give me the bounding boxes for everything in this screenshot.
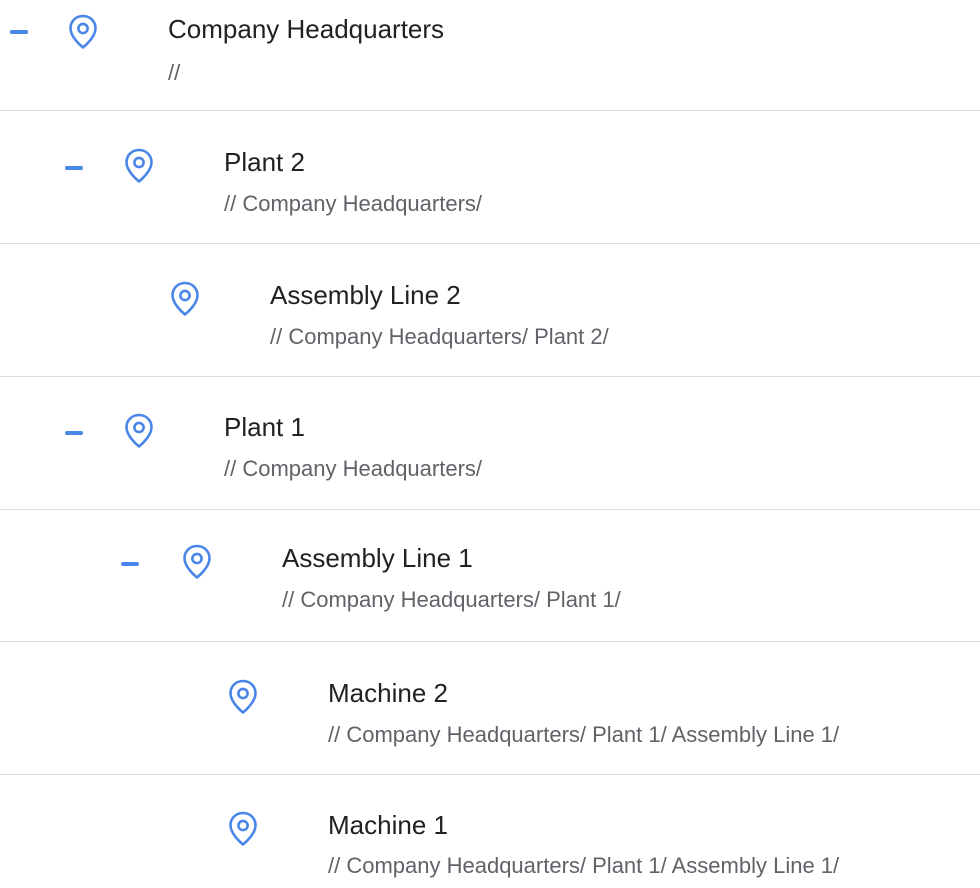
node-path: // Company Headquarters/ Plant 1/ — [282, 587, 621, 612]
tree-row-plant-1[interactable]: Plant 1 // Company Headquarters/ — [0, 377, 980, 510]
node-name: Plant 2 — [224, 147, 305, 177]
collapse-toggle[interactable] — [64, 423, 84, 443]
location-pin-icon — [68, 14, 98, 50]
node-path: // Company Headquarters/ — [224, 456, 483, 481]
node-name: Machine 1 — [328, 810, 448, 840]
node-name: Machine 2 — [328, 678, 448, 708]
tree-row-machine-2[interactable]: Machine 2 // Company Headquarters/ Plant… — [0, 642, 980, 775]
node-name: Plant 1 — [224, 412, 305, 442]
tree-row-plant-2[interactable]: Plant 2 // Company Headquarters/ — [0, 111, 980, 244]
location-pin-icon — [228, 679, 258, 715]
location-pin-icon — [124, 413, 154, 449]
node-path: // Company Headquarters/ — [224, 191, 483, 216]
location-pin-icon — [170, 281, 200, 317]
tree-row-assembly-line-1[interactable]: Assembly Line 1 // Company Headquarters/… — [0, 510, 980, 642]
node-name: Company Headquarters — [168, 14, 445, 44]
collapse-toggle[interactable] — [64, 158, 84, 178]
collapse-toggle[interactable] — [9, 22, 29, 42]
node-path: // Company Headquarters/ Plant 1/ Assemb… — [328, 853, 840, 878]
location-pin-icon — [228, 811, 258, 847]
node-path: // — [168, 60, 181, 85]
node-path: // Company Headquarters/ Plant 1/ Assemb… — [328, 722, 840, 747]
node-name: Assembly Line 2 — [270, 280, 461, 310]
node-name: Assembly Line 1 — [282, 543, 473, 573]
location-pin-icon — [124, 148, 154, 184]
location-tree: Company Headquarters // Plant 2 // Compa… — [0, 0, 980, 888]
location-pin-icon — [182, 544, 212, 580]
tree-row-assembly-line-2[interactable]: Assembly Line 2 // Company Headquarters/… — [0, 244, 980, 377]
node-path: // Company Headquarters/ Plant 2/ — [270, 324, 609, 349]
tree-row-machine-1[interactable]: Machine 1 // Company Headquarters/ Plant… — [0, 775, 980, 888]
tree-row-company-headquarters[interactable]: Company Headquarters // — [0, 0, 980, 111]
collapse-toggle[interactable] — [120, 554, 140, 574]
